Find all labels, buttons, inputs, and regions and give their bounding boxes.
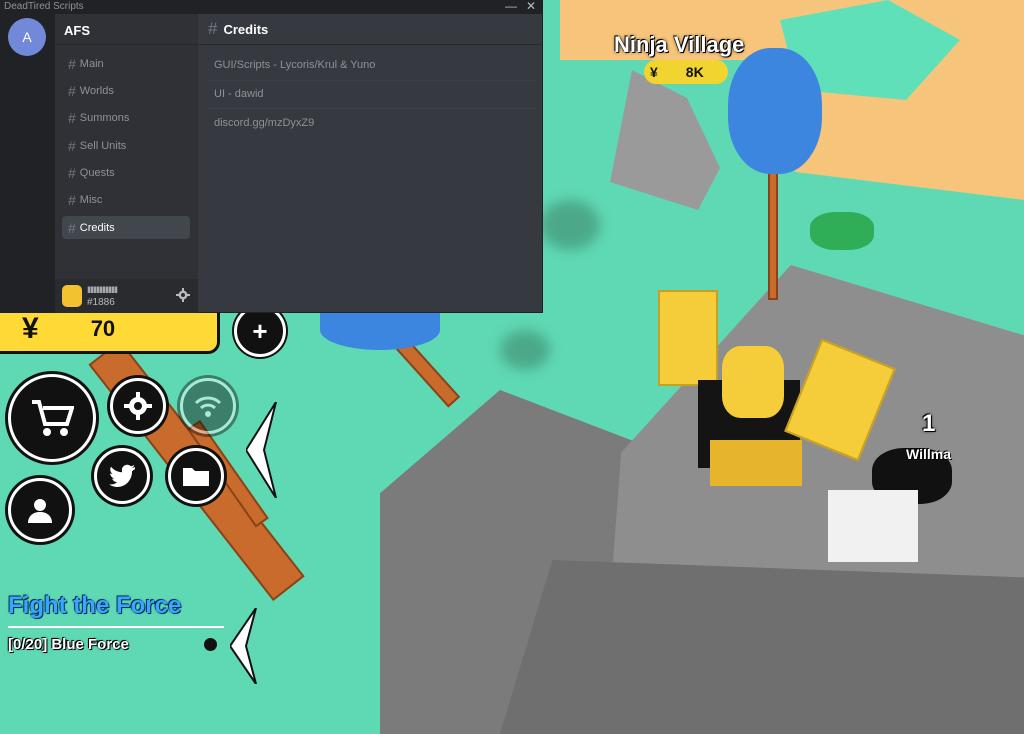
channel-label: Misc	[79, 193, 103, 206]
window-title: DeadTired Scripts	[4, 1, 84, 12]
quest-title: Fight the Force	[8, 592, 182, 619]
hash-icon: #	[68, 55, 76, 72]
channel-label: Credits	[79, 221, 115, 234]
shop-button[interactable]	[8, 374, 96, 462]
player-arm-left	[658, 290, 718, 386]
hash-icon: #	[68, 109, 76, 126]
divider	[206, 108, 536, 109]
hash-icon: #	[68, 164, 76, 181]
village-price-badge: ¥ 8K	[644, 60, 728, 84]
divider	[206, 80, 536, 81]
hash-icon: #	[68, 219, 76, 236]
channel-label: Sell Units	[79, 139, 127, 152]
npc-body	[828, 490, 918, 562]
channel-credits[interactable]: # Credits	[62, 216, 190, 239]
shadow-1	[540, 200, 600, 250]
shadow-2	[500, 330, 550, 370]
channel-quests[interactable]: # Quests	[62, 161, 190, 184]
channel-label: Worlds	[79, 84, 114, 97]
gear-icon[interactable]	[176, 288, 190, 302]
user-panel: IIIIIIIIIIIIIIIIIIII #1886	[55, 279, 198, 313]
channel-worlds[interactable]: # Worlds	[62, 79, 190, 102]
avatar[interactable]	[62, 285, 82, 307]
credit-line: GUI/Scripts - Lycoris/Krul & Yuno	[214, 59, 376, 71]
village-price-value: 8K	[685, 64, 704, 80]
hash-icon: #	[68, 82, 76, 99]
quest-progress: [0/20] Blue Force	[8, 636, 129, 653]
blue-tree-bottom	[320, 310, 440, 350]
quest-marker-dot	[204, 638, 217, 651]
player-head	[722, 346, 784, 418]
yen-icon: ¥	[650, 64, 658, 80]
close-button[interactable]: ✕	[526, 0, 536, 13]
minimize-button[interactable]: —	[505, 0, 517, 13]
content-title: Credits	[223, 21, 269, 37]
content-header: # Credits	[198, 14, 543, 45]
window-titlebar[interactable]: DeadTired Scripts — ✕	[0, 0, 543, 14]
folder-icon	[183, 468, 209, 486]
twitter-icon	[109, 464, 135, 487]
user-name: IIIIIIIIIIIIIIIIIIII	[87, 285, 118, 295]
settings-button[interactable]	[110, 378, 166, 434]
yen-icon: ¥	[22, 311, 39, 345]
green-bush	[810, 212, 874, 250]
hash-icon: #	[68, 191, 76, 208]
gear-icon	[124, 392, 152, 420]
user-tag: #1886	[87, 297, 115, 308]
channel-list: AFS # Main # Worlds # Summons # Sell Uni…	[55, 14, 198, 313]
currency-display: ¥ 70	[0, 306, 220, 354]
hash-icon: #	[68, 137, 76, 154]
channel-main[interactable]: # Main	[62, 52, 190, 75]
profile-button[interactable]	[8, 478, 72, 542]
wifi-icon	[194, 396, 222, 417]
player-name-label: Willma	[906, 446, 951, 462]
player-legs	[710, 440, 802, 486]
quest-divider	[8, 626, 224, 628]
server-name: AFS	[55, 14, 198, 45]
channel-summons[interactable]: # Summons	[62, 106, 190, 129]
channel-label: Summons	[79, 111, 130, 124]
player-level-label: 1	[922, 410, 936, 437]
chevron-left-quest-icon	[230, 608, 257, 684]
channel-label: Quests	[79, 166, 115, 179]
currency-amount: 70	[90, 315, 116, 341]
channel-label: Main	[79, 57, 104, 70]
village-name-label: Ninja Village	[614, 32, 745, 57]
hash-icon: #	[208, 19, 218, 38]
blue-tree	[728, 48, 822, 174]
chevron-left-icon	[246, 402, 277, 498]
server-icon[interactable]: A	[8, 18, 46, 56]
rock-small-top	[610, 70, 720, 210]
discord-link[interactable]: discord.gg/mzDyxZ9	[214, 117, 314, 129]
user-icon	[28, 499, 52, 523]
wifi-button[interactable]	[180, 378, 236, 434]
channel-misc[interactable]: # Misc	[62, 188, 190, 211]
rock-large-shade	[500, 560, 1024, 734]
twitter-button[interactable]	[94, 448, 150, 504]
tree-trunk	[768, 170, 778, 300]
script-window[interactable]: DeadTired Scripts — ✕ A AFS # Main # Wor…	[0, 0, 543, 313]
credit-line: UI - dawid	[214, 88, 264, 100]
cart-icon	[32, 400, 74, 436]
server-rail: A	[0, 14, 55, 313]
folder-button[interactable]	[168, 448, 224, 504]
channel-sell-units[interactable]: # Sell Units	[62, 134, 190, 157]
